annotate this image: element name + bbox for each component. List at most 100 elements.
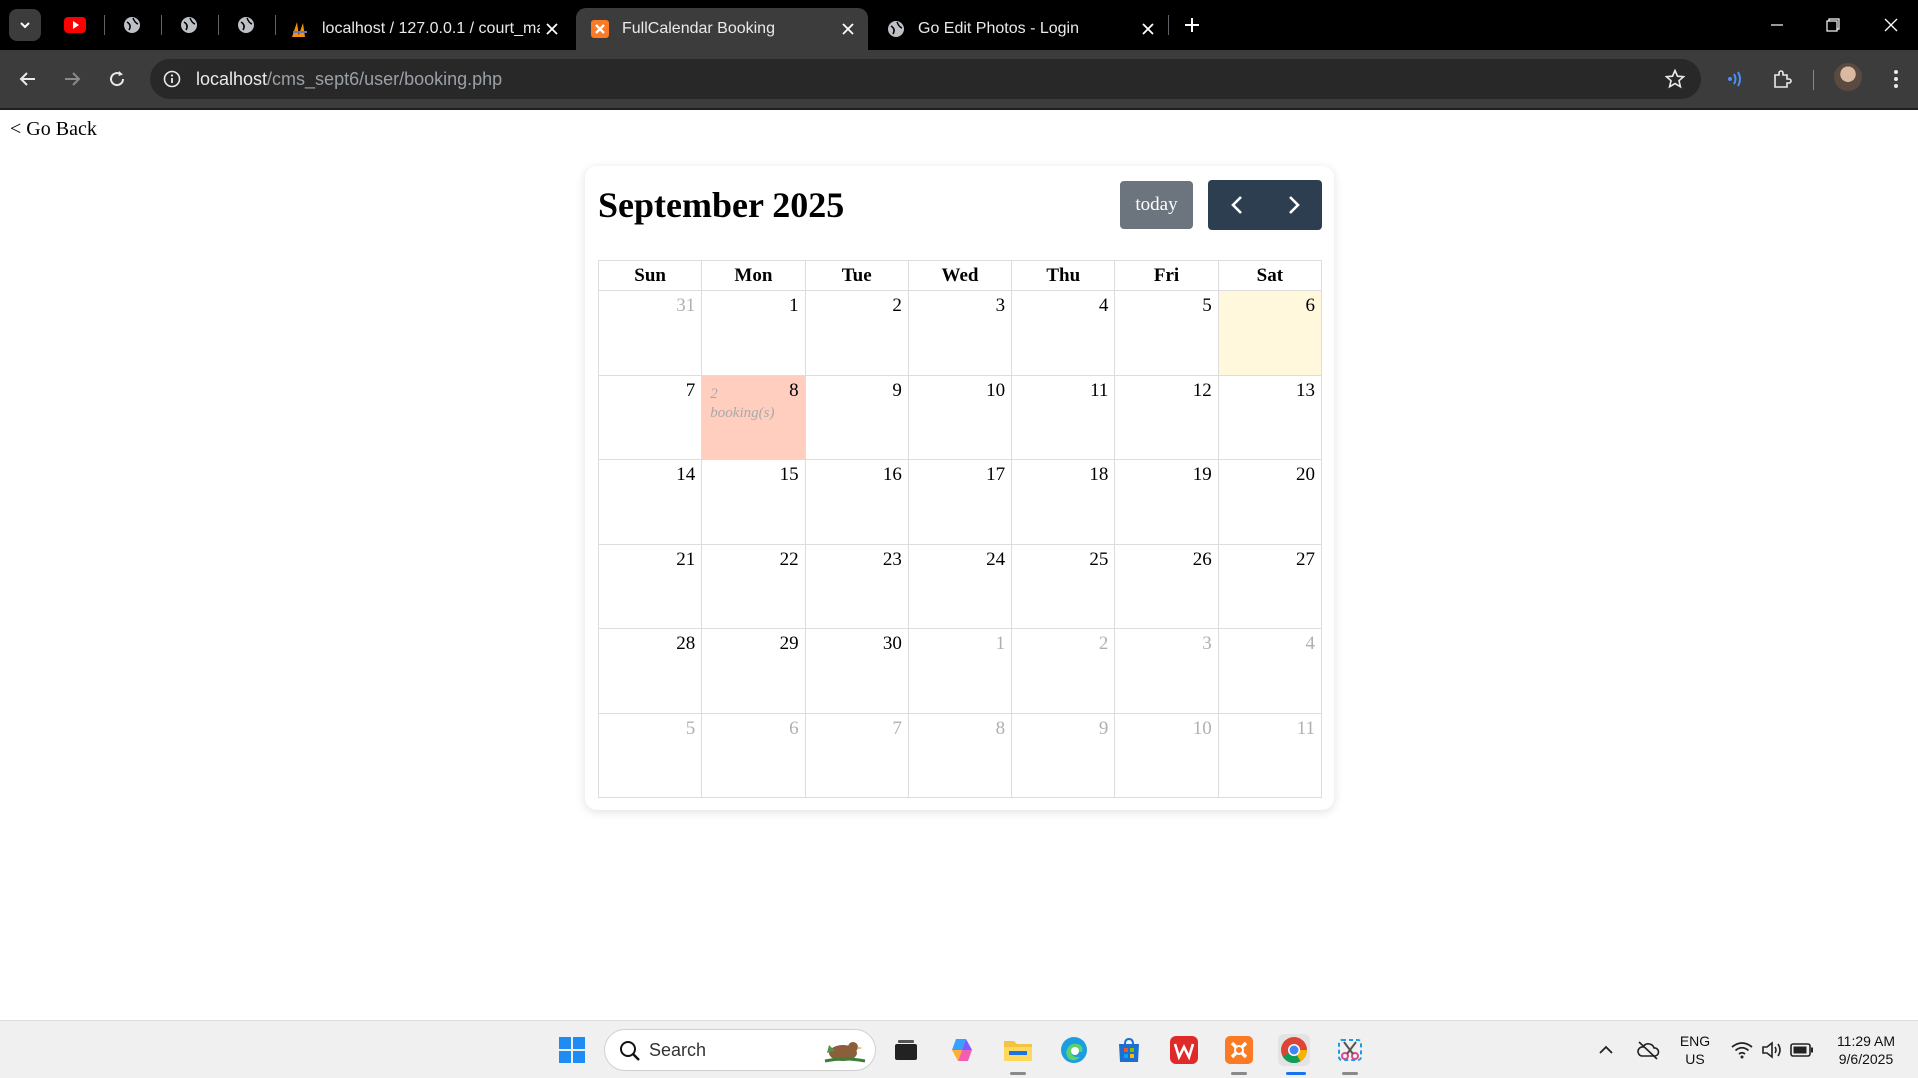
menu-button[interactable]: [1880, 63, 1912, 95]
tab-phpmyadmin[interactable]: localhost / 127.0.0.1 / court_ma: [276, 8, 572, 50]
calendar-day-cell[interactable]: 18: [1011, 459, 1116, 545]
restore-button[interactable]: [1818, 10, 1848, 40]
calendar-day-cell[interactable]: 31: [597, 290, 703, 376]
calendar-day-cell[interactable]: 5: [597, 712, 703, 798]
chrome-taskbar-icon[interactable]: [1278, 1034, 1310, 1066]
calendar-grid: Sun Mon Tue Wed Thu Fri Sat 31 1 2 3 4 5 6 7 8 2 booking…: [597, 260, 1323, 798]
day-number: 15: [779, 464, 799, 485]
xampp-taskbar-icon[interactable]: [1223, 1034, 1255, 1066]
read-aloud-button[interactable]: [1720, 63, 1752, 95]
calendar-day-cell[interactable]: 3: [1114, 628, 1219, 714]
calendar-day-cell[interactable]: 25: [1011, 543, 1116, 629]
reload-button[interactable]: [101, 63, 133, 95]
calendar-day-cell[interactable]: 2: [804, 290, 909, 376]
calendar-day-cell[interactable]: 10: [1114, 712, 1219, 798]
calendar-card: September 2025 today Sun Mon Tue Wed Thu Fri S…: [585, 166, 1334, 810]
calendar-day-cell[interactable]: 28: [597, 628, 703, 714]
calendar-day-cell[interactable]: 26: [1114, 543, 1219, 629]
calendar-day-cell[interactable]: 6: [701, 712, 806, 798]
calendar-day-cell[interactable]: 17: [907, 459, 1013, 545]
volume-icon[interactable]: [1756, 1034, 1788, 1066]
wifi-icon[interactable]: [1726, 1034, 1758, 1066]
pinned-tab-globe-3[interactable]: [234, 13, 258, 37]
taskbar-search[interactable]: Search: [604, 1029, 876, 1071]
pinned-tab-globe-1[interactable]: [120, 13, 144, 37]
system-clock[interactable]: 11:29 AM 9/6/2025: [1826, 1032, 1906, 1068]
site-info-icon[interactable]: [160, 67, 184, 91]
calendar-day-cell[interactable]: 1: [907, 628, 1013, 714]
weekday-header-row: Sun Mon Tue Wed Thu Fri Sat: [597, 260, 1323, 291]
prev-month-button[interactable]: [1208, 180, 1265, 230]
calendar-day-cell[interactable]: 11: [1011, 374, 1116, 460]
calendar-day-cell[interactable]: 19: [1114, 459, 1219, 545]
clock-time: 11:29 AM: [1836, 1033, 1896, 1049]
globe-icon: [886, 19, 906, 39]
calendar-day-cell[interactable]: 12: [1114, 374, 1219, 460]
calendar-day-cell[interactable]: 5: [1114, 290, 1219, 376]
calendar-day-cell[interactable]: 9: [804, 374, 909, 460]
wps-office-icon[interactable]: [1168, 1034, 1200, 1066]
tab-fullcalendar-booking[interactable]: FullCalendar Booking: [576, 8, 868, 50]
calendar-day-cell[interactable]: 3: [907, 290, 1013, 376]
pinned-tab-youtube[interactable]: [63, 13, 87, 37]
calendar-day-cell[interactable]: 4: [1011, 290, 1116, 376]
calendar-day-cell[interactable]: 4: [1217, 628, 1323, 714]
calendar-day-cell[interactable]: 7: [804, 712, 909, 798]
input-language-indicator[interactable]: ENG US: [1678, 1032, 1712, 1068]
minimize-button[interactable]: [1762, 10, 1792, 40]
tab-search-button[interactable]: [9, 9, 41, 41]
calendar-day-cell[interactable]: 27: [1217, 543, 1323, 629]
day-number: 23: [882, 548, 902, 570]
go-back-link[interactable]: < Go Back: [10, 118, 97, 141]
globe-icon: [181, 17, 197, 33]
calendar-day-cell[interactable]: 8: [907, 712, 1013, 798]
today-button[interactable]: today: [1120, 181, 1193, 229]
calendar-day-cell[interactable]: 14: [597, 459, 703, 545]
booking-count-label: 2 booking(s): [710, 385, 774, 423]
calendar-day-cell[interactable]: 22: [701, 543, 806, 629]
calendar-day-cell[interactable]: 21: [597, 543, 703, 629]
calendar-day-cell[interactable]: 9: [1011, 712, 1116, 798]
calendar-day-cell[interactable]: 13: [1217, 374, 1323, 460]
next-month-button[interactable]: [1265, 180, 1322, 230]
edge-icon[interactable]: [1058, 1034, 1090, 1066]
calendar-day-cell[interactable]: 23: [804, 543, 909, 629]
onedrive-offline-icon[interactable]: [1632, 1034, 1664, 1066]
calendar-day-cell[interactable]: 15: [701, 459, 806, 545]
calendar-day-cell[interactable]: 20: [1217, 459, 1323, 545]
file-explorer-icon[interactable]: [1002, 1034, 1034, 1066]
calendar-day-cell[interactable]: 7: [597, 374, 703, 460]
calendar-day-cell[interactable]: 16: [804, 459, 909, 545]
microsoft-store-icon[interactable]: [1113, 1034, 1145, 1066]
tab-go-edit-photos[interactable]: Go Edit Photos - Login: [872, 8, 1168, 50]
new-tab-button[interactable]: [1180, 13, 1204, 37]
copilot-icon[interactable]: [946, 1034, 978, 1066]
calendar-day-cell[interactable]: 8 2 booking(s): [701, 374, 806, 460]
calendar-day-cell[interactable]: 2: [1011, 628, 1116, 714]
extensions-button[interactable]: [1766, 63, 1798, 95]
battery-icon[interactable]: [1786, 1034, 1818, 1066]
close-tab-icon[interactable]: [1136, 17, 1160, 41]
calendar-day-cell[interactable]: 10: [907, 374, 1013, 460]
start-button[interactable]: [556, 1034, 588, 1066]
close-window-button[interactable]: [1876, 10, 1906, 40]
pinned-tab-globe-2[interactable]: [177, 13, 201, 37]
address-bar[interactable]: localhost/cms_sept6/user/booking.php: [150, 59, 1701, 99]
snipping-tool-icon[interactable]: [1334, 1034, 1366, 1066]
profile-avatar[interactable]: [1834, 63, 1862, 91]
bookmark-star-icon[interactable]: [1663, 67, 1687, 91]
close-tab-icon[interactable]: [540, 17, 564, 41]
show-hidden-icons-button[interactable]: [1590, 1034, 1622, 1066]
calendar-day-cell[interactable]: 30: [804, 628, 909, 714]
weekday-header: Sat: [1217, 260, 1323, 291]
back-button[interactable]: [12, 63, 44, 95]
calendar-day-cell[interactable]: 6: [1217, 290, 1323, 376]
forward-button[interactable]: [56, 63, 88, 95]
calendar-day-cell[interactable]: 29: [701, 628, 806, 714]
task-view-icon[interactable]: [890, 1034, 922, 1066]
calendar-day-cell[interactable]: 1: [701, 290, 806, 376]
tab-title: FullCalendar Booking: [622, 20, 775, 37]
calendar-day-cell[interactable]: 24: [907, 543, 1013, 629]
calendar-day-cell[interactable]: 11: [1217, 712, 1323, 798]
close-tab-icon[interactable]: [836, 17, 860, 41]
